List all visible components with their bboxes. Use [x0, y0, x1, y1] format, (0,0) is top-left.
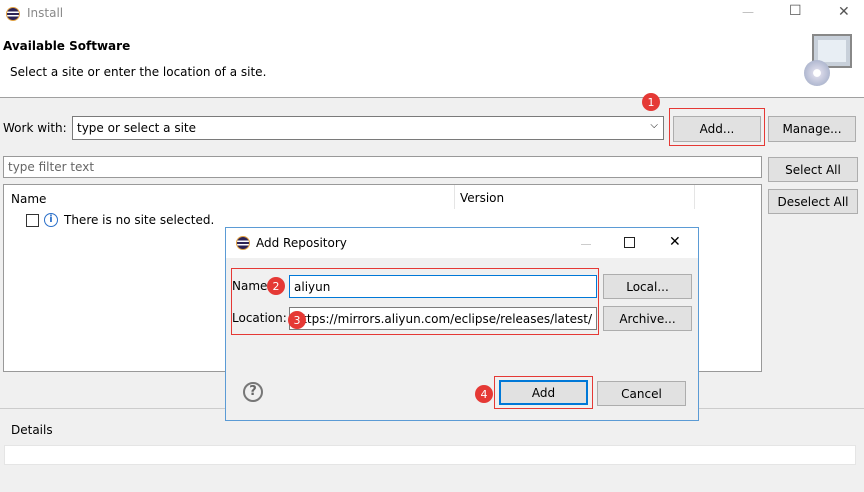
row-checkbox[interactable]	[26, 214, 39, 227]
filter-placeholder: type filter text	[8, 160, 95, 174]
maximize-button[interactable]: ☐	[789, 3, 802, 19]
annotation-box-1	[669, 108, 765, 146]
column-version[interactable]: Version	[460, 191, 504, 205]
header-area: Available Software Select a site or ente…	[0, 28, 864, 98]
info-icon: i	[44, 213, 58, 227]
details-label: Details	[11, 423, 53, 437]
add-repository-dialog: Add Repository ✕ Name: aliyun Location: …	[225, 227, 699, 421]
title-bar: Install — ☐ ✕	[0, 0, 864, 28]
help-icon[interactable]: ?	[243, 382, 263, 402]
dialog-title: Add Repository	[256, 236, 347, 250]
dialog-minimize-button[interactable]	[581, 244, 591, 245]
select-all-button[interactable]: Select All	[768, 157, 858, 182]
work-with-value: type or select a site	[77, 121, 197, 135]
eclipse-icon	[236, 236, 250, 250]
page-title: Available Software	[3, 39, 131, 53]
column-name[interactable]: Name	[11, 192, 46, 206]
work-with-combo[interactable]: type or select a site ⌵	[72, 116, 664, 140]
archive-button[interactable]: Archive...	[603, 306, 692, 331]
annotation-badge-2: 2	[267, 277, 285, 295]
local-button[interactable]: Local...	[603, 274, 692, 299]
deselect-all-button[interactable]: Deselect All	[768, 189, 858, 214]
annotation-badge-3: 3	[288, 311, 306, 329]
no-site-message: There is no site selected.	[64, 213, 215, 227]
window-title: Install	[27, 6, 64, 20]
page-subtitle: Select a site or enter the location of a…	[10, 65, 267, 79]
cancel-button[interactable]: Cancel	[597, 381, 686, 406]
dialog-title-bar: Add Repository ✕	[226, 228, 698, 258]
manage-button[interactable]: Manage...	[768, 116, 856, 142]
dialog-maximize-button[interactable]	[624, 237, 635, 248]
annotation-badge-1: 1	[642, 93, 660, 111]
annotation-badge-4: 4	[475, 385, 493, 403]
monitor-cd-icon	[804, 34, 852, 88]
eclipse-icon	[6, 7, 20, 21]
work-with-label: Work with:	[3, 121, 67, 135]
filter-input[interactable]: type filter text	[3, 156, 762, 178]
annotation-box-4	[494, 376, 593, 409]
minimize-button[interactable]: —	[742, 5, 754, 19]
close-button[interactable]: ✕	[838, 4, 850, 20]
details-area	[4, 445, 856, 465]
annotation-box-2-3	[231, 268, 599, 335]
chevron-down-icon[interactable]: ⌵	[650, 120, 658, 131]
dialog-close-button[interactable]: ✕	[669, 234, 681, 250]
